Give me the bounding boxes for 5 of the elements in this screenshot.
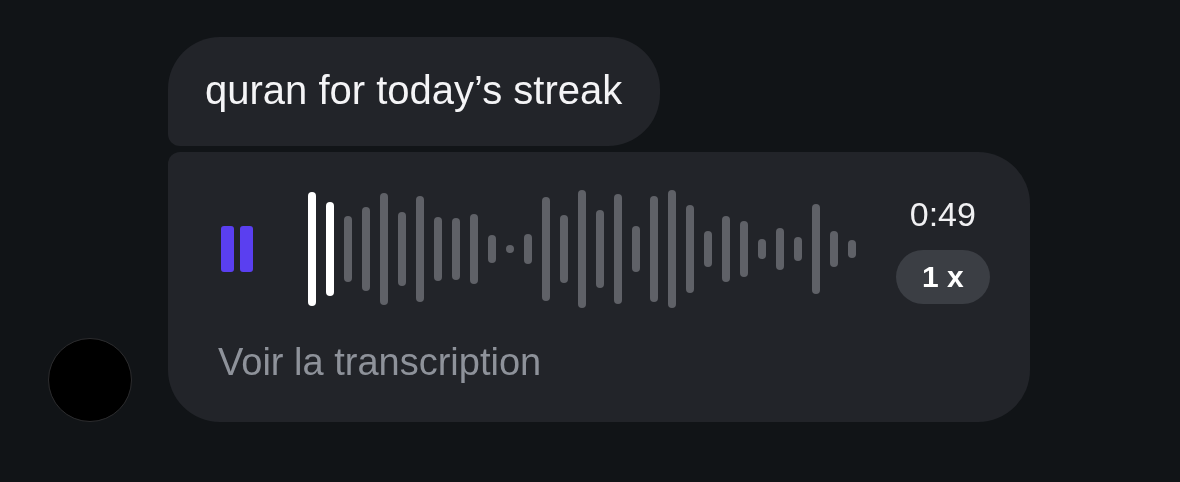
pause-button[interactable] [218, 224, 256, 274]
transcript-link[interactable]: Voir la transcription [218, 341, 998, 384]
duration: 0:49 [909, 194, 976, 234]
playback-speed-button[interactable]: 1 x [896, 249, 990, 304]
message-bubble: quran for today’s streak [168, 37, 661, 146]
